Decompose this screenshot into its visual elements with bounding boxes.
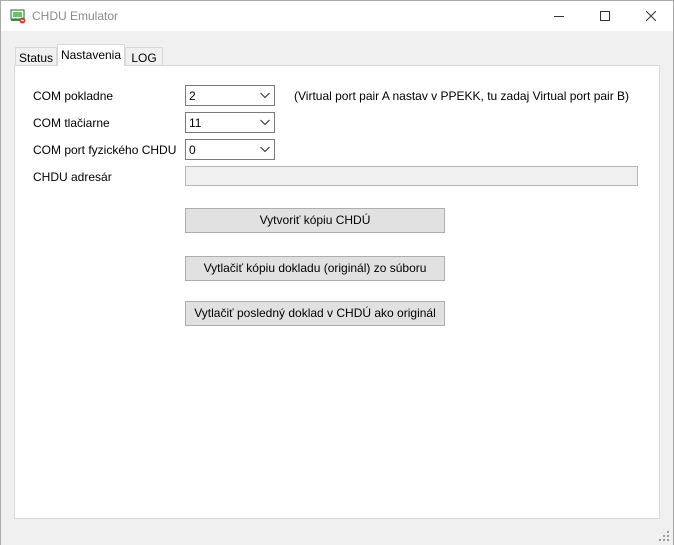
settings-tab-page: COM pokladne 2 (Virtual port pair A nast…	[14, 65, 660, 519]
com-pokladne-label: COM pokladne	[33, 89, 114, 103]
com-tlaciarne-select[interactable]: 11	[185, 112, 275, 133]
app-window: CHDU Emulator Status Nastavenia LOG COM …	[0, 0, 674, 545]
maximize-icon	[600, 11, 610, 21]
minimize-icon	[554, 16, 564, 17]
tab-status[interactable]: Status	[15, 47, 57, 66]
com-pokladne-hint: (Virtual port pair A nastav v PPEKK, tu …	[294, 89, 630, 103]
close-icon	[646, 11, 656, 21]
com-tlaciarne-value: 11	[189, 116, 202, 130]
resize-grip-icon[interactable]	[659, 531, 669, 541]
chevron-down-icon	[260, 92, 270, 99]
tab-log[interactable]: LOG	[125, 47, 163, 66]
app-monitor-icon	[10, 8, 26, 24]
close-button[interactable]	[628, 1, 674, 31]
print-last-button[interactable]: Vytlačiť posledný doklad v CHDÚ ako orig…	[185, 301, 445, 326]
client-area: Status Nastavenia LOG COM pokladne 2 (Vi…	[1, 31, 673, 545]
chdu-adresar-label: CHDU adresár	[33, 170, 112, 184]
com-pokladne-select[interactable]: 2	[185, 85, 275, 106]
com-tlaciarne-label: COM tlačiarne	[33, 116, 110, 130]
tab-nastavenia[interactable]: Nastavenia	[57, 44, 125, 66]
com-chdu-select[interactable]: 0	[185, 139, 275, 160]
com-chdu-label: COM port fyzického CHDU	[33, 143, 177, 157]
chdu-adresar-field[interactable]	[185, 166, 638, 186]
minimize-button[interactable]	[536, 1, 582, 31]
maximize-button[interactable]	[582, 1, 628, 31]
com-chdu-value: 0	[189, 143, 196, 157]
create-copy-button[interactable]: Vytvoriť kópiu CHDÚ	[185, 208, 445, 233]
chevron-down-icon	[260, 146, 270, 153]
title-bar[interactable]: CHDU Emulator	[1, 1, 673, 31]
com-pokladne-value: 2	[189, 89, 196, 103]
print-copy-button[interactable]: Vytlačiť kópiu dokladu (originál) zo súb…	[185, 256, 445, 281]
window-title: CHDU Emulator	[32, 9, 119, 23]
chevron-down-icon	[260, 119, 270, 126]
